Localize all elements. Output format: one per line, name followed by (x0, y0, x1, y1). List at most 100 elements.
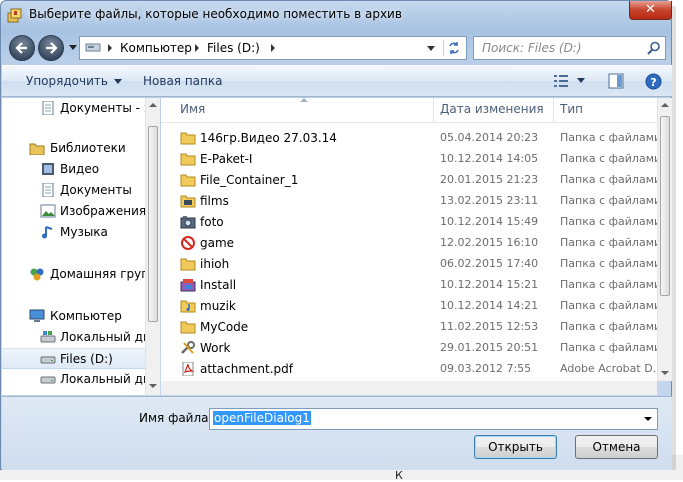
refresh-icon (449, 42, 459, 54)
nav-item-computer[interactable]: Компьютер (2, 306, 145, 327)
folder-icon (180, 258, 196, 271)
background-text: К (395, 469, 403, 482)
nav-item-files-d[interactable]: Files (D:) (2, 348, 145, 369)
address-dropdown-icon[interactable] (427, 46, 435, 51)
window-shadow (672, 6, 676, 470)
open-button[interactable]: Открыть (474, 435, 557, 459)
nav-item-video[interactable]: Видео (2, 159, 145, 180)
help-icon[interactable]: ? (645, 73, 662, 90)
video-icon (42, 163, 54, 175)
file-row[interactable]: ihioh 06.02.2015 17:40 Папка с файлами (161, 254, 657, 275)
open-file-dialog: Выберите файлы, которые необходимо помес… (0, 0, 672, 470)
navigation-pane: Документы - Я Библиотеки Видео Документы… (2, 98, 145, 395)
nav-item-local-disk[interactable]: Локальный дис (2, 369, 145, 390)
nav-item-pictures[interactable]: Изображения (2, 201, 145, 222)
app-icon (7, 8, 22, 23)
back-arrow-icon (15, 42, 27, 54)
file-row[interactable]: Work 29.01.2015 20:51 Папка с файлами (161, 338, 657, 359)
organize-label: Упорядочить (26, 74, 108, 88)
file-row[interactable]: films 13.02.2015 23:11 Папка с файлами (161, 191, 657, 212)
breadcrumb-computer[interactable]: Компьютер (120, 41, 192, 55)
back-button[interactable] (9, 35, 35, 61)
homegroup-icon (30, 268, 44, 281)
file-row[interactable]: Install 10.12.2014 15:21 Папка с файлами (161, 275, 657, 296)
installer-folder-icon (180, 279, 196, 292)
file-row[interactable]: game 12.02.2015 16:10 Папка с файлами (161, 233, 657, 254)
scroll-up-icon[interactable] (149, 103, 157, 107)
nav-scrollbar[interactable] (145, 98, 160, 395)
file-name-dropdown-icon[interactable] (644, 417, 652, 421)
scroll-down-icon[interactable] (661, 371, 669, 375)
forward-button[interactable] (38, 35, 64, 61)
folder-icon (180, 174, 196, 187)
file-list-scrollbar[interactable] (657, 98, 672, 381)
file-row[interactable]: 146гр.Видео 27.03.14 05.04.2014 20:23 Па… (161, 128, 657, 149)
file-row[interactable]: foto 10.12.2014 15:49 Папка с файлами (161, 212, 657, 233)
breadcrumb-separator-icon (195, 44, 199, 52)
file-row[interactable]: attachment.pdf 09.03.2012 7:55 Adobe Acr… (161, 359, 657, 380)
file-list: Имя Дата изменения Тип 146гр.Видео 27.03… (161, 98, 657, 381)
drive-system-icon (40, 331, 56, 343)
computer-icon (29, 309, 45, 322)
music-icon (42, 226, 53, 239)
column-header-name[interactable]: Имя (180, 102, 205, 116)
forward-arrow-icon (46, 42, 58, 54)
file-row[interactable]: File_Container_1 20.01.2015 21:23 Папка … (161, 170, 657, 191)
file-name-input[interactable]: openFileDialog1 (209, 408, 658, 430)
pictures-icon (40, 204, 56, 218)
history-dropdown-icon[interactable] (69, 43, 77, 51)
camera-folder-icon (180, 216, 196, 229)
folder-icon (180, 153, 196, 166)
scroll-thumb[interactable] (660, 116, 670, 296)
command-bar: Упорядочить Новая папка ? (2, 65, 672, 97)
nav-item-documents-me[interactable]: Документы - Я (2, 98, 145, 119)
search-box[interactable]: Поиск: Files (D:) (473, 36, 666, 60)
organize-menu[interactable]: Упорядочить (26, 74, 122, 88)
scroll-down-icon[interactable] (149, 384, 157, 388)
nav-item-documents[interactable]: Документы (2, 180, 145, 201)
view-dropdown-icon[interactable] (577, 78, 585, 84)
no-entry-icon (181, 236, 195, 250)
column-header-row: Имя Дата изменения Тип (161, 98, 657, 123)
column-divider[interactable] (433, 98, 434, 122)
drive-icon (40, 356, 56, 364)
search-icon[interactable] (647, 41, 661, 55)
scroll-thumb[interactable] (148, 126, 158, 322)
file-row[interactable]: muzik 10.12.2014 14:21 Папка с файлами (161, 296, 657, 317)
tools-folder-icon (181, 341, 195, 354)
computer-icon (85, 43, 101, 52)
view-details-icon[interactable] (553, 74, 569, 88)
column-header-date[interactable]: Дата изменения (440, 102, 544, 116)
close-button[interactable]: ✕ (629, 1, 672, 20)
column-divider[interactable] (553, 98, 554, 122)
nav-item-homegroup[interactable]: Домашняя групп (2, 264, 145, 285)
music-folder-icon (180, 300, 196, 313)
breadcrumb-separator-icon (271, 44, 275, 52)
refresh-button[interactable] (443, 40, 464, 56)
file-row[interactable]: E-Paket-I 10.12.2014 14:05 Папка с файла… (161, 149, 657, 170)
chevron-down-icon (113, 79, 122, 84)
nav-item-music[interactable]: Музыка (2, 222, 145, 243)
new-folder-button[interactable]: Новая папка (143, 74, 222, 88)
libraries-icon (29, 143, 45, 155)
breadcrumb-separator-icon (108, 44, 112, 52)
file-name-value: openFileDialog1 (213, 411, 311, 425)
documents-icon (42, 183, 54, 197)
pdf-icon (182, 362, 194, 376)
documents-icon (42, 101, 54, 115)
column-header-type[interactable]: Тип (560, 102, 583, 116)
nav-item-libraries[interactable]: Библиотеки (2, 138, 145, 159)
svg-text:?: ? (650, 76, 656, 89)
address-bar[interactable]: Компьютер Files (D:) (79, 36, 467, 60)
file-name-label: Имя файла: (139, 411, 213, 425)
scroll-up-icon[interactable] (661, 103, 669, 107)
cancel-button[interactable]: Отмена (575, 435, 658, 459)
horizontal-scrollbar[interactable] (161, 381, 657, 395)
window-title: Выберите файлы, которые необходимо помес… (29, 7, 402, 21)
file-row[interactable]: MyCode 11.02.2015 12:53 Папка с файлами (161, 317, 657, 338)
breadcrumb-drive[interactable]: Files (D:) (207, 41, 260, 55)
search-placeholder: Поиск: Files (D:) (482, 41, 582, 55)
dialog-footer: Имя файла: openFileDialog1 Открыть Отмен… (2, 396, 672, 470)
preview-pane-icon[interactable] (608, 73, 624, 89)
nav-item-local-disk-c[interactable]: Локальный дис (2, 327, 145, 348)
